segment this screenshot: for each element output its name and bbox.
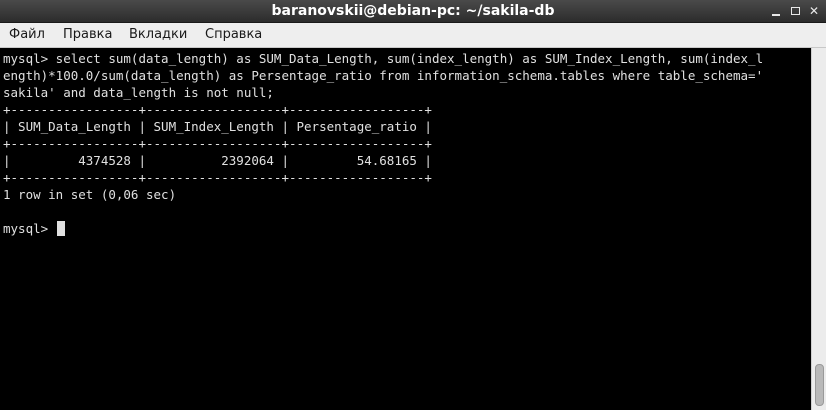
text-cursor	[56, 221, 65, 236]
menu-help[interactable]: Справка	[205, 23, 262, 47]
close-button[interactable]: ✕	[806, 3, 822, 19]
vertical-scrollbar[interactable]	[811, 48, 826, 410]
menu-file[interactable]: Файл	[9, 23, 45, 47]
menu-edit[interactable]: Правка	[63, 23, 112, 47]
terminal-line: sakila' and data_length is not null;	[3, 85, 274, 100]
terminal-line: mysql> select sum(data_length) as SUM_Da…	[3, 51, 764, 66]
menu-tabs[interactable]: Вкладки	[129, 23, 187, 47]
scrollbar-thumb[interactable]	[815, 364, 824, 406]
minimize-icon	[772, 14, 780, 16]
window-title: baranovskii@debian-pc: ~/sakila-db	[271, 3, 555, 19]
maximize-button[interactable]	[787, 3, 803, 19]
terminal-line: ength)*100.0/sum(data_length) as Persent…	[3, 68, 764, 83]
terminal-line: | SUM_Data_Length | SUM_Index_Length | P…	[3, 119, 432, 134]
minimize-button[interactable]	[768, 3, 784, 19]
menu-bar: Файл Правка Вкладки Справка	[0, 23, 826, 48]
terminal-output[interactable]: mysql> select sum(data_length) as SUM_Da…	[0, 48, 811, 410]
terminal-line: 1 row in set (0,06 sec)	[3, 187, 177, 202]
terminal-line: | 4374528 | 2392064 | 54.68165 |	[3, 153, 432, 168]
terminal-line: +-----------------+------------------+--…	[3, 136, 432, 151]
maximize-icon	[791, 7, 800, 15]
close-icon: ✕	[808, 4, 820, 18]
terminal-line: +-----------------+------------------+--…	[3, 102, 432, 117]
terminal-prompt: mysql>	[3, 221, 56, 236]
terminal-window: baranovskii@debian-pc: ~/sakila-db ✕ Фай…	[0, 0, 826, 410]
terminal-line: +-----------------+------------------+--…	[3, 170, 432, 185]
terminal-prompt-line[interactable]: mysql>	[3, 220, 65, 237]
title-bar[interactable]: baranovskii@debian-pc: ~/sakila-db ✕	[0, 0, 826, 23]
